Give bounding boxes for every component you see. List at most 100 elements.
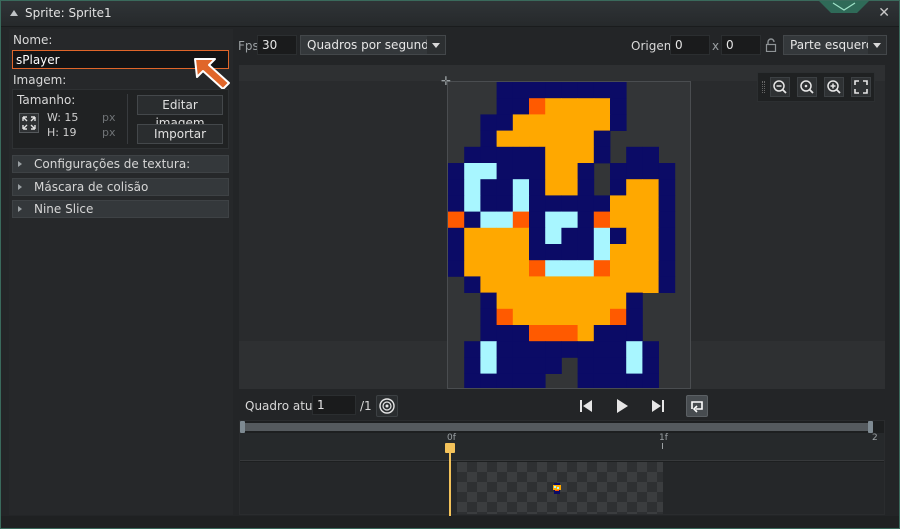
close-icon[interactable]: ✕ [878, 5, 890, 21]
frame-track[interactable] [240, 462, 884, 514]
sprite-pixel [545, 227, 562, 245]
sprite-pixel [610, 357, 627, 374]
current-frame-input[interactable] [312, 395, 356, 415]
sprite-pixel [593, 146, 611, 164]
drag-grip-icon[interactable] [762, 81, 765, 93]
sprite-pixel [626, 373, 643, 388]
sprite-pixel [496, 308, 514, 326]
timeline[interactable]: 0f 1f 2 [239, 420, 885, 517]
section-nine-slice[interactable]: Nine Slice [12, 200, 229, 218]
sprite-pixel [480, 146, 497, 164]
section-label: Máscara de colisão [34, 180, 149, 194]
scrollbar-handle-right[interactable] [868, 421, 873, 433]
sprite-pixel [610, 82, 627, 99]
sprite-pixel [658, 211, 676, 229]
sprite-pixel [512, 179, 530, 196]
edit-image-button[interactable]: Editar imagem [137, 95, 223, 130]
sprite-pixel [626, 227, 643, 245]
origin-preset-select[interactable]: Parte esquerda s [783, 35, 887, 55]
sprite-pixel [496, 163, 514, 180]
sprite-pixel [610, 163, 627, 180]
name-label: Nome: [13, 33, 53, 47]
sprite-pixel [545, 276, 562, 293]
sprite-pixel [464, 276, 481, 293]
sprite-pixel [464, 373, 481, 388]
sprite-pixel [561, 82, 578, 99]
sprite-pixel [610, 98, 627, 115]
sprite-pixel [658, 227, 676, 245]
sprite-pixel [577, 130, 595, 148]
title-bar: Sprite: Sprite1 ✕ [1, 1, 899, 27]
sprite-pixel [658, 276, 676, 293]
loop-toggle-button[interactable] [686, 395, 708, 417]
sprite-pixel [577, 260, 595, 277]
sprite-pixel [512, 82, 530, 99]
sprite-pixel [529, 260, 546, 277]
zoom-out-button[interactable] [770, 77, 790, 97]
sprite-pixel [642, 227, 659, 245]
sprite-pixel [626, 163, 643, 180]
sprite-pixel [496, 227, 514, 245]
lock-icon[interactable] [765, 38, 777, 52]
zoom-in-icon [827, 80, 841, 94]
frame-thumbnail[interactable] [457, 462, 663, 514]
sprite-pixel [529, 227, 546, 245]
timeline-ruler[interactable]: 0f 1f 2 [240, 433, 884, 461]
collapse-triangle-icon[interactable] [10, 10, 18, 16]
sprite-pixel [480, 308, 497, 326]
resize-icon[interactable] [19, 113, 39, 133]
origin-x-input[interactable] [670, 35, 710, 55]
import-button[interactable]: Importar [137, 124, 223, 144]
sprite-pixel [512, 308, 530, 326]
sprite-pixel [496, 146, 514, 164]
section-texture-settings[interactable]: Configurações de textura: [12, 155, 229, 173]
fullscreen-icon [854, 80, 868, 94]
sprite-pixel [464, 357, 481, 374]
fps-input[interactable] [257, 35, 297, 55]
sprite-canvas[interactable]: ✛ [239, 65, 885, 389]
height-unit: px [102, 126, 116, 139]
sprite-pixel [610, 325, 627, 342]
sprite-pixel [593, 227, 611, 245]
sprite-pixel [577, 292, 595, 310]
chevron-down-icon [868, 36, 886, 54]
sprite-pixel [577, 179, 595, 196]
sprite-pixel [529, 179, 546, 196]
sprite-pixel [626, 292, 643, 310]
sprite-pixel [593, 130, 611, 148]
pointer-arrow-icon [194, 58, 230, 90]
sprite-pixel [593, 357, 611, 374]
sprite-pixel [529, 82, 546, 99]
skip-to-end-icon[interactable] [649, 397, 667, 415]
section-collision-mask[interactable]: Máscara de colisão [12, 178, 229, 196]
scrollbar-thumb[interactable] [242, 423, 872, 431]
sprite-pixel [529, 325, 546, 342]
sprite-pixel [480, 292, 497, 310]
play-icon[interactable] [613, 397, 631, 415]
sprite-pixel [610, 341, 627, 358]
sprite-pixel [464, 179, 481, 196]
sprite-pixel [545, 163, 562, 180]
sprite-pixel [496, 373, 514, 388]
fps-label: Fps [238, 39, 259, 53]
onion-skin-button[interactable] [376, 395, 398, 417]
frame-controls: Quadro atual: /1 [239, 392, 885, 420]
playhead-handle[interactable] [445, 443, 455, 453]
skip-to-start-icon[interactable] [577, 397, 595, 415]
sprite-pixel [496, 211, 514, 229]
sprite-pixel [577, 227, 595, 245]
scrollbar-handle-left[interactable] [240, 421, 245, 433]
sprite-pixel [626, 146, 643, 164]
zoom-reset-button[interactable] [797, 77, 817, 97]
sprite-pixel [545, 82, 562, 99]
origin-crosshair-icon[interactable]: ✛ [441, 75, 453, 87]
origin-y-input[interactable] [721, 35, 761, 55]
speed-mode-select[interactable]: Quadros por segundo [300, 35, 446, 55]
timeline-scrollbar[interactable] [242, 423, 872, 431]
sprite-pixel [529, 308, 546, 326]
sprite-pixel [545, 114, 562, 131]
fit-to-screen-button[interactable] [851, 77, 871, 97]
sprite-pixel [626, 357, 643, 374]
onion-skin-icon [379, 398, 395, 414]
zoom-in-button[interactable] [824, 77, 844, 97]
